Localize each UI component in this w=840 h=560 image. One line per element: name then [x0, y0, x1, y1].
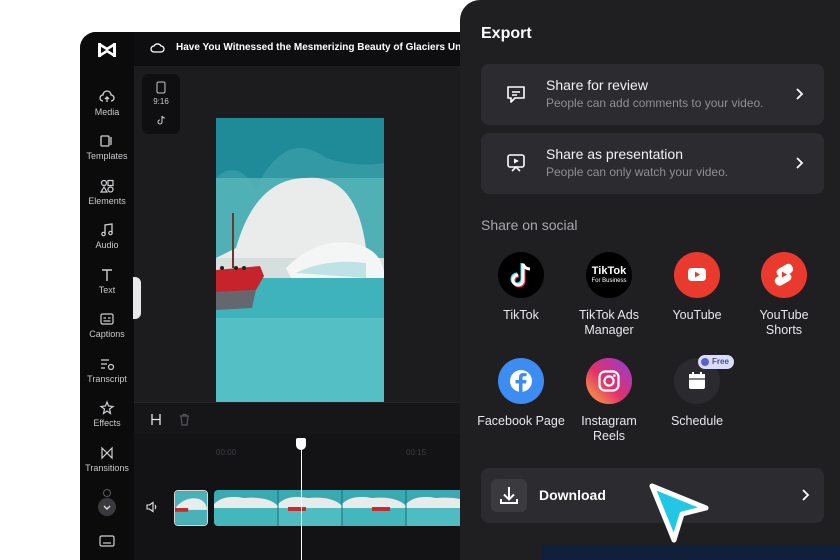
volume-icon[interactable] [146, 501, 158, 513]
social-label: Facebook Page [477, 414, 565, 428]
effects-icon [99, 400, 115, 415]
youtube-icon [674, 252, 720, 298]
rail-captions[interactable]: Captions [80, 311, 134, 339]
cover-thumbnail[interactable] [174, 490, 208, 526]
rail-audio[interactable]: Audio [80, 222, 134, 250]
delete-icon[interactable] [179, 413, 190, 426]
export-panel: Export Share for review People can add c… [460, 0, 840, 560]
chevron-right-icon [796, 157, 804, 169]
chevron-right-icon [796, 88, 804, 100]
tiktok-icon [498, 252, 544, 298]
phone-frame-icon [156, 81, 166, 94]
capcut-logo-icon [98, 42, 116, 58]
social-label: YouTube Shorts [759, 308, 809, 337]
music-note-icon [101, 223, 113, 237]
rail-effects[interactable]: Effects [80, 400, 134, 428]
rail-label: Captions [89, 329, 125, 339]
editor-topbar: Have You Witnessed the Mesmerizing Beaut… [134, 32, 480, 66]
aspect-ratio-label: 9:16 [153, 97, 169, 106]
text-icon [102, 269, 112, 281]
rail-media[interactable]: Media [80, 89, 134, 117]
share-on-social-label: Share on social [481, 217, 578, 233]
video-preview-area: 9:16 [134, 66, 480, 434]
captions-icon [100, 313, 114, 325]
social-youtube-shorts[interactable]: YouTube Shorts [740, 252, 828, 338]
social-youtube[interactable]: YouTube [653, 252, 741, 323]
rail-label: Media [94, 107, 120, 117]
youtube-shorts-icon [761, 252, 807, 298]
rail-transcript[interactable]: Transcript [80, 356, 134, 384]
share-for-review-button[interactable]: Share for review People can add comments… [481, 64, 824, 125]
rail-label: Elements [88, 196, 126, 206]
presentation-icon [507, 154, 525, 172]
social-tiktok[interactable]: TikTok [477, 252, 565, 323]
split-icon[interactable] [150, 413, 162, 426]
download-icon [500, 487, 518, 504]
share-presentation-title: Share as presentation [546, 146, 683, 162]
rail-label: Effects [93, 418, 121, 428]
video-frame[interactable] [216, 118, 384, 417]
timeline[interactable]: 00:00 00:15 [134, 434, 480, 560]
chevron-down-icon [103, 505, 111, 510]
social-label: Schedule [670, 414, 724, 428]
share-presentation-desc: People can only watch your video. [546, 165, 729, 179]
project-title[interactable]: Have You Witnessed the Mesmerizing Beaut… [176, 42, 476, 53]
rail-label: Transcript [87, 374, 127, 384]
rail-text[interactable]: Text [80, 267, 134, 295]
transcript-icon [101, 359, 115, 371]
tiktok-logo-text: TikTok [591, 265, 627, 277]
export-title: Export [481, 25, 532, 42]
collapse-button[interactable] [98, 498, 116, 516]
share-as-presentation-button[interactable]: Share as presentation People can only wa… [481, 133, 824, 194]
profile-dot[interactable] [103, 489, 111, 497]
share-review-title: Share for review [546, 77, 648, 93]
rail-templates[interactable]: Templates [80, 133, 134, 161]
keyboard-icon[interactable] [99, 535, 115, 547]
social-label: TikTok [503, 308, 539, 322]
social-label: Instagram Reels [581, 414, 637, 443]
tiktok-business-icon: TikTok For Business [586, 252, 632, 298]
social-facebook-page[interactable]: Facebook Page [477, 358, 565, 429]
panel-resize-handle[interactable] [133, 277, 141, 319]
free-badge-icon [701, 358, 709, 366]
social-label: TikTok Ads Manager [579, 308, 639, 337]
timeline-toolbar [134, 402, 480, 434]
playhead-handle[interactable] [296, 438, 306, 450]
instagram-icon [586, 358, 632, 404]
pointer-cursor-icon [649, 483, 709, 543]
aspect-ratio-selector[interactable]: 9:16 [142, 74, 180, 134]
rail-label: Templates [86, 151, 128, 161]
download-icon-box [491, 479, 527, 512]
transitions-icon [101, 446, 113, 460]
rail-label: Transitions [85, 463, 129, 473]
cloud-saved-icon [150, 43, 165, 53]
social-label: YouTube [672, 308, 722, 322]
rail-label: Text [98, 285, 116, 295]
panel-footer-strip [542, 545, 840, 560]
elements-icon [99, 179, 114, 193]
rail-label: Audio [95, 240, 119, 250]
social-tiktok-ads-manager[interactable]: TikTok For Business TikTok Ads Manager [565, 252, 653, 338]
templates-icon [100, 135, 112, 147]
social-instagram-reels[interactable]: Instagram Reels [565, 358, 653, 444]
chevron-right-icon [802, 489, 810, 501]
comment-icon [507, 86, 525, 103]
video-clip-track[interactable] [214, 490, 480, 526]
rail-transitions[interactable]: Transitions [80, 445, 134, 473]
share-review-desc: People can add comments to your video. [546, 96, 764, 110]
side-rail: Media Templates Elements Audio Text Capt… [80, 32, 134, 560]
tiktok-logo-sub: For Business [591, 278, 627, 284]
facebook-icon [498, 358, 544, 404]
ruler-time-mid: 00:15 [406, 448, 427, 457]
tiktok-small-icon [157, 115, 166, 125]
playhead-line[interactable] [301, 438, 302, 560]
ruler-time-start: 00:00 [216, 448, 237, 457]
download-label: Download [539, 487, 606, 503]
cloud-upload-icon [99, 90, 115, 102]
rail-elements[interactable]: Elements [80, 178, 134, 206]
